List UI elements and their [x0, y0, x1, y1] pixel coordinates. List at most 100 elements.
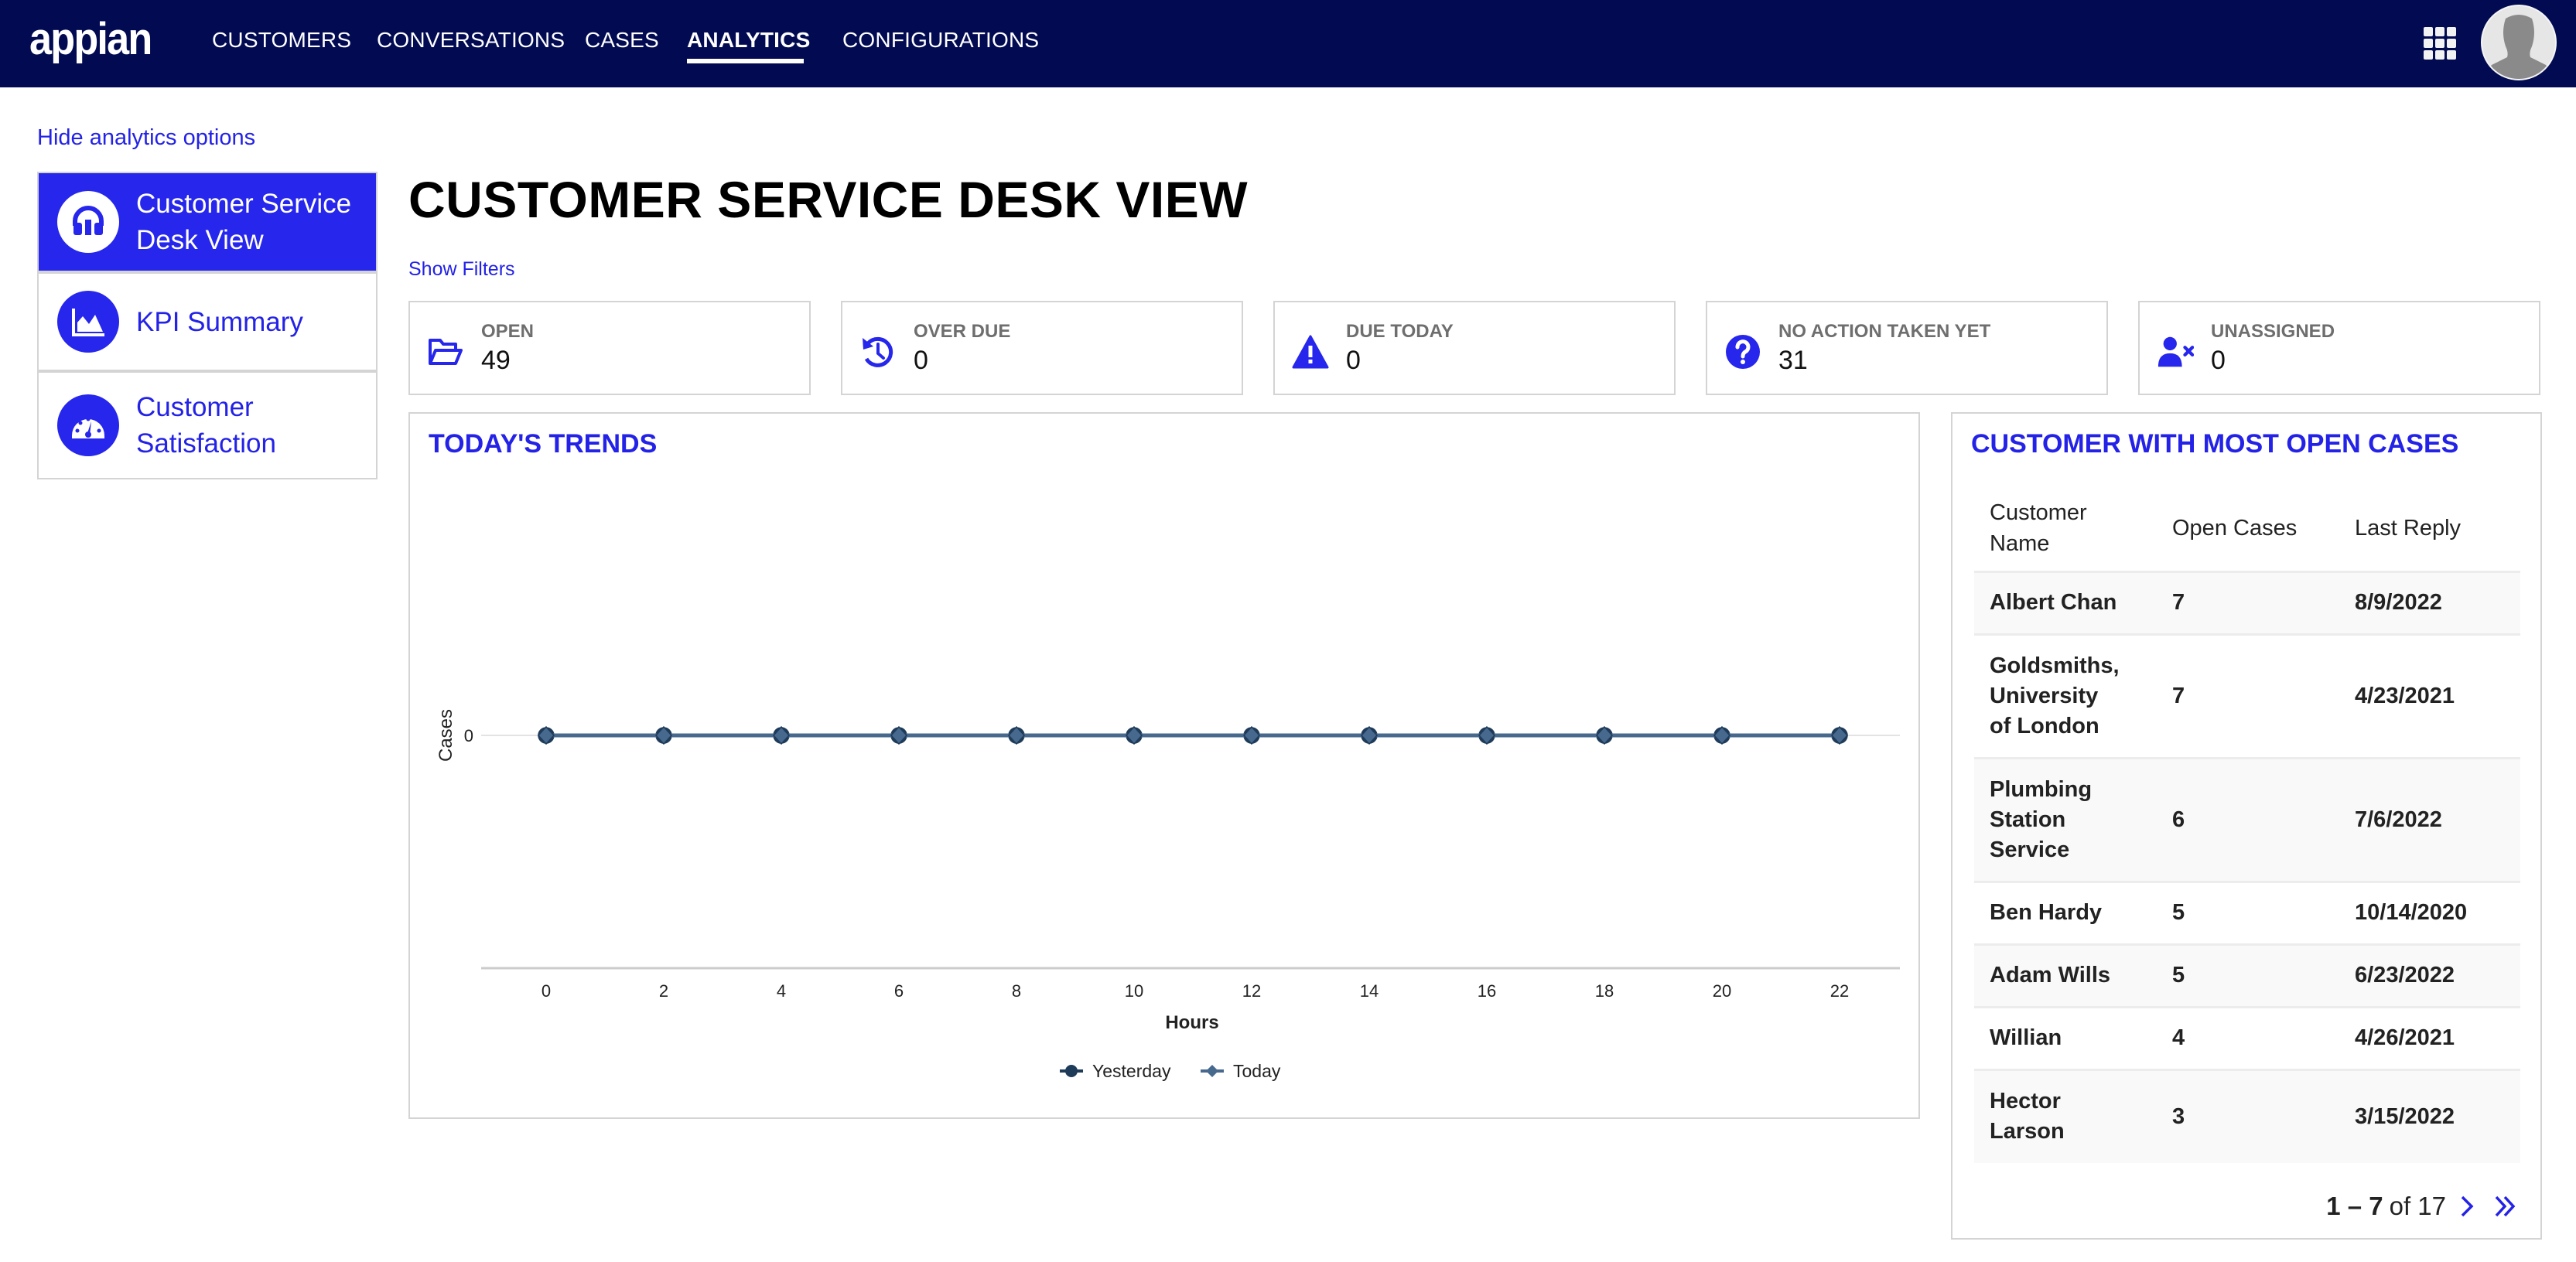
x-tick-label: 8: [1012, 981, 1021, 1001]
nav-conversations[interactable]: CONVERSATIONS: [377, 25, 565, 56]
sidebar-item-label: KPI Summary: [136, 306, 303, 337]
legend-marker: [1206, 1065, 1218, 1077]
show-filters-link[interactable]: Show Filters: [408, 258, 515, 281]
todays-trends-panel: TODAY'S TRENDS Cases Hours 0 0 2 4 6 8 10 12 14…: [408, 412, 1920, 1119]
column-header-open-cases[interactable]: Open Cases: [2157, 486, 2339, 571]
last-page-button[interactable]: [2494, 1195, 2517, 1218]
kpi-label: NO ACTION TAKEN YET: [1778, 321, 1991, 342]
kpi-value: 31: [1778, 346, 1808, 375]
cell-last-reply: 7/6/2022: [2339, 756, 2520, 882]
kpi-card-due-today: DUE TODAY 0: [1273, 301, 1676, 395]
kpi-value: 0: [914, 346, 928, 375]
kpi-value: 49: [481, 346, 511, 375]
user-avatar[interactable]: [2481, 5, 2557, 80]
x-tick-label: 18: [1595, 981, 1614, 1001]
kpi-card-no-action-taken-yet: NO ACTION TAKEN YET 31: [1706, 301, 2108, 395]
appian-logo[interactable]: appian: [29, 14, 152, 65]
cell-customer-name: Ben Hardy: [1974, 880, 2157, 944]
series-today: [537, 725, 1849, 745]
table-row[interactable]: Plumbing Station Service 6 7/6/2022: [1974, 756, 2520, 882]
y-axis-title: Cases: [436, 709, 456, 762]
kpi-card-unassigned: UNASSIGNED 0: [2138, 301, 2540, 395]
legend-label: Today: [1233, 1061, 1281, 1081]
table-row[interactable]: Hector Larson 3 3/15/2022: [1974, 1068, 2520, 1163]
cell-last-reply: 8/9/2022: [2339, 570, 2520, 634]
table-header-row: Customer Name Open Cases Last Reply: [1974, 486, 2520, 571]
cell-last-reply: 6/23/2022: [2339, 943, 2520, 1007]
chevron-right-icon: [2461, 1195, 2474, 1217]
folder-open-icon: [427, 333, 464, 370]
x-tick-label: 0: [542, 981, 551, 1001]
active-tab-indicator: [687, 59, 804, 63]
app-launcher-grid-icon[interactable]: [2424, 27, 2458, 60]
cell-customer-name: Willian: [1974, 1005, 2157, 1069]
cell-open-cases: 5: [2157, 880, 2339, 944]
kpi-card-open: OPEN 49: [408, 301, 811, 395]
chart-legend: Yesterday Today: [1060, 1061, 1281, 1081]
customer-name-text: Hector Larson: [1990, 1089, 2065, 1144]
top-nav-bar: appian CUSTOMERS CONVERSATIONS CASES ANA…: [0, 0, 2576, 87]
page-title: CUSTOMER SERVICE DESK VIEW: [408, 171, 1249, 228]
cell-open-cases: 7: [2157, 633, 2339, 758]
y-tick-label: 0: [464, 726, 473, 745]
user-silhouette-icon: [2485, 15, 2552, 79]
cell-open-cases: 4: [2157, 1005, 2339, 1069]
x-tick-label: 10: [1125, 981, 1143, 1001]
customer-name-text: Goldsmiths, University of London: [1990, 653, 2120, 738]
legend-item-today[interactable]: Today: [1201, 1061, 1281, 1081]
x-tick-label: 12: [1242, 981, 1261, 1001]
x-tick-label: 4: [777, 981, 786, 1001]
cell-open-cases: 5: [2157, 943, 2339, 1007]
cell-customer-name: Plumbing Station Service: [1974, 756, 2157, 882]
nav-cases[interactable]: CASES: [585, 25, 659, 56]
kpi-value: 0: [1346, 346, 1361, 375]
warning-icon: [1292, 333, 1329, 370]
customer-name-text: Plumbing Station Service: [1990, 776, 2093, 862]
cell-last-reply: 4/26/2021: [2339, 1005, 2520, 1069]
table-row[interactable]: Willian 4 4/26/2021: [1974, 1005, 2520, 1069]
x-tick-label: 16: [1478, 981, 1496, 1001]
column-header-last-reply[interactable]: Last Reply: [2339, 486, 2520, 571]
x-tick-label: 14: [1360, 981, 1379, 1001]
trends-line-chart: Cases Hours 0 0 2 4 6 8 10 12 14 16 18 20 22 Yester…: [436, 709, 1900, 1081]
kpi-card-over-due: OVER DUE 0: [841, 301, 1243, 395]
nav-customers[interactable]: CUSTOMERS: [212, 25, 351, 56]
pagination-range: 1 – 7: [2326, 1192, 2383, 1220]
kpi-label: OVER DUE: [914, 321, 1011, 342]
x-tick-label: 20: [1713, 981, 1731, 1001]
nav-analytics[interactable]: ANALYTICS: [687, 25, 810, 56]
column-header-label: Customer Name: [1990, 500, 2087, 557]
hide-analytics-options-link[interactable]: Hide analytics options: [37, 125, 255, 151]
cell-customer-name: Albert Chan: [1974, 570, 2157, 634]
double-chevron-right-icon: [2495, 1195, 2516, 1217]
kpi-value: 0: [2211, 346, 2226, 375]
table-row[interactable]: Goldsmiths, University of London 7 4/23/…: [1974, 633, 2520, 758]
legend-label: Yesterday: [1092, 1061, 1171, 1081]
legend-marker: [1065, 1065, 1078, 1077]
x-tick-label: 22: [1830, 981, 1849, 1001]
column-header-customer-name[interactable]: Customer Name: [1974, 486, 2157, 571]
next-page-button[interactable]: [2460, 1195, 2474, 1218]
sidebar-item-kpi-summary[interactable]: KPI Summary: [39, 274, 376, 370]
table-row[interactable]: Adam Wills 5 6/23/2022: [1974, 943, 2520, 1007]
table-title: CUSTOMER WITH MOST OPEN CASES: [1971, 429, 2459, 459]
sidebar-item-customer-satisfaction[interactable]: Customer Satisfaction: [39, 373, 376, 478]
legend-item-yesterday[interactable]: Yesterday: [1060, 1061, 1171, 1081]
history-icon: [859, 333, 897, 370]
cell-last-reply: 4/23/2021: [2339, 633, 2520, 758]
nav-configurations[interactable]: CONFIGURATIONS: [842, 25, 1039, 56]
kpi-label: DUE TODAY: [1346, 321, 1454, 342]
area-chart-icon: [57, 291, 119, 353]
cell-last-reply: 10/14/2020: [2339, 880, 2520, 944]
kpi-label: UNASSIGNED: [2211, 321, 2335, 342]
sidebar-item-customer-service-desk-view[interactable]: Customer Service Desk View: [39, 173, 376, 271]
sidebar-item-label: Customer Satisfaction: [136, 392, 276, 459]
table-row[interactable]: Ben Hardy 5 10/14/2020: [1974, 880, 2520, 944]
cell-customer-name: Goldsmiths, University of London: [1974, 633, 2157, 758]
x-tick-label: 2: [659, 981, 668, 1001]
kpi-label: OPEN: [481, 321, 535, 342]
sidebar-item-label: Customer Service Desk View: [136, 189, 352, 255]
gauge-icon: [57, 394, 119, 456]
user-remove-icon: [2157, 333, 2194, 370]
table-row[interactable]: Albert Chan 7 8/9/2022: [1974, 570, 2520, 634]
